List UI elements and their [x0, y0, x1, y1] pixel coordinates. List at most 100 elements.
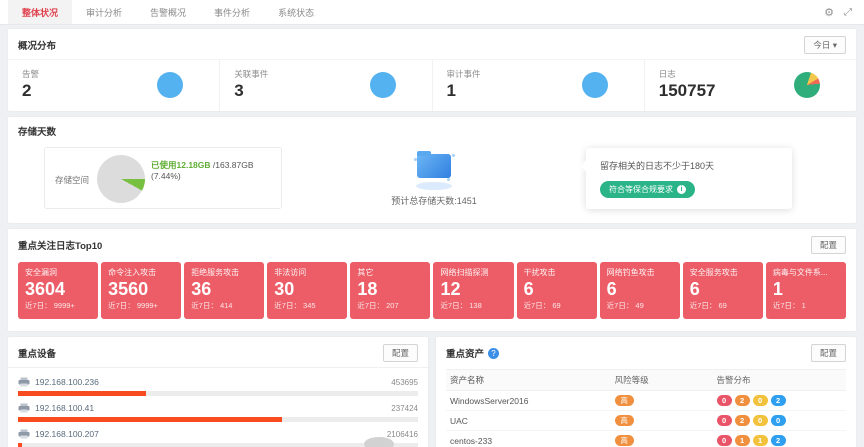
expand-icon[interactable]: ⤢ — [844, 7, 852, 18]
log-card-phishing[interactable]: 网络钓鱼攻击 6 近7日： 49 — [600, 262, 680, 319]
device-log-count: 237424 — [391, 404, 418, 413]
tab-overall-status[interactable]: 整体状况 — [8, 0, 72, 24]
folder-icon — [412, 150, 456, 190]
col-risk-level: 风险等级 — [615, 374, 717, 386]
stat-label: 告警 — [22, 68, 39, 80]
key-devices-card: 重点设备 配置 192.168.100.236 453695 192.168.1… — [8, 337, 428, 447]
stat-label: 审计事件 — [447, 68, 481, 80]
device-ip[interactable]: 192.168.100.41 — [35, 403, 94, 413]
compliance-note: 留存相关的日志不少于180天 — [600, 159, 778, 172]
gear-icon[interactable]: ⚙ — [824, 6, 834, 19]
log-card-illegal-access[interactable]: 非法访问 30 近7日： 345 — [267, 262, 347, 319]
overview-card: 概况分布 今日 ▾ 告警 2 关联事件 3 审计事件 1 日志 150757 — [8, 29, 856, 111]
assets-table-header: 资产名称 风险等级 告警分布 — [446, 369, 846, 391]
tab-event-analysis[interactable]: 事件分析 — [200, 0, 264, 24]
log-card-cmd-injection[interactable]: 命令注入攻击 3560 近7日： 9999+ — [101, 262, 181, 319]
scroll-indicator[interactable] — [364, 437, 394, 447]
log-card-interference[interactable]: 干扰攻击 6 近7日： 69 — [517, 262, 597, 319]
col-alarm-dist: 告警分布 — [717, 374, 842, 386]
storage-space-label: 存储空间 — [55, 174, 89, 186]
log-card-security-vuln[interactable]: 安全漏洞 3604 近7日： 9999+ — [18, 262, 98, 319]
devices-title: 重点设备 — [18, 346, 56, 360]
device-bar — [18, 443, 418, 447]
risk-badge: 高 — [615, 415, 634, 426]
stat-label: 日志 — [659, 68, 716, 80]
top-logs-config-button[interactable]: 配置 — [811, 236, 846, 254]
stat-audit-events[interactable]: 审计事件 1 — [432, 60, 644, 111]
asset-row[interactable]: centos-233 高 0 1 1 2 — [446, 431, 846, 447]
storage-title: 存储天数 — [18, 124, 56, 138]
alarm-badge-high: 2 — [735, 415, 750, 426]
device-icon — [18, 377, 30, 387]
info-icon: i — [677, 185, 686, 194]
asset-row[interactable]: UAC 高 0 2 0 0 — [446, 411, 846, 431]
alarm-badge-low: 2 — [771, 395, 786, 406]
alarm-badge-low: 0 — [771, 415, 786, 426]
stat-correlated-events[interactable]: 关联事件 3 — [219, 60, 431, 111]
compliance-badge-button[interactable]: 符合等保合规要求 i — [600, 181, 695, 198]
log-card-other[interactable]: 其它 18 近7日： 207 — [350, 262, 430, 319]
device-row: 192.168.100.207 2106416 — [18, 429, 418, 447]
device-icon — [18, 429, 30, 439]
device-row: 192.168.100.41 237424 — [18, 403, 418, 422]
storage-space-panel: 存储空间 已使用12.18GB /163.87GB (7.44%) — [44, 147, 282, 209]
date-range-dropdown[interactable]: 今日 ▾ — [804, 36, 846, 54]
top-logs-title: 重点关注日志Top10 — [18, 238, 102, 252]
event-pie-chart — [370, 72, 396, 98]
tab-alarm-overview[interactable]: 告警概况 — [136, 0, 200, 24]
alarm-badge-critical: 0 — [717, 415, 732, 426]
top-nav: 整体状况 审计分析 告警概况 事件分析 系统状态 ⚙ ⤢ — [0, 0, 864, 25]
device-icon — [18, 403, 30, 413]
log-card-scan-probe[interactable]: 网络扫描探测 12 近7日： 138 — [433, 262, 513, 319]
col-asset-name: 资产名称 — [450, 374, 615, 386]
compliance-bubble: 留存相关的日志不少于180天 符合等保合规要求 i — [586, 148, 792, 209]
alarm-badge-medium: 0 — [753, 395, 768, 406]
device-row: 192.168.100.236 453695 — [18, 377, 418, 396]
overview-title: 概况分布 — [18, 38, 56, 52]
device-ip[interactable]: 192.168.100.207 — [35, 429, 99, 439]
tab-system-status[interactable]: 系统状态 — [264, 0, 328, 24]
device-bar — [18, 391, 418, 396]
storage-used-text: 已使用12.18GB — [151, 160, 211, 170]
storage-card: 存储天数 存储空间 已使用12.18GB /163.87GB (7.44%) — [8, 117, 856, 223]
log-pie-chart — [794, 72, 820, 98]
asset-name: WindowsServer2016 — [450, 396, 615, 406]
audit-pie-chart — [582, 72, 608, 98]
alarm-badge-low: 2 — [771, 435, 786, 446]
asset-row[interactable]: WindowsServer2016 高 0 2 0 2 — [446, 391, 846, 411]
top-logs-card: 重点关注日志Top10 配置 安全漏洞 3604 近7日： 9999+ 命令注入… — [8, 229, 856, 331]
alarm-badge-high: 1 — [735, 435, 750, 446]
stat-alarms[interactable]: 告警 2 — [8, 60, 219, 111]
alarm-pie-chart — [157, 72, 183, 98]
asset-name: centos-233 — [450, 436, 615, 446]
stat-label: 关联事件 — [234, 68, 268, 80]
assets-title: 重点资产 — [446, 346, 484, 360]
tab-audit-analysis[interactable]: 审计分析 — [72, 0, 136, 24]
alarm-badge-critical: 0 — [717, 395, 732, 406]
alarm-badge-medium: 1 — [753, 435, 768, 446]
stat-value: 2 — [22, 81, 39, 101]
devices-config-button[interactable]: 配置 — [383, 344, 418, 362]
device-log-count: 453695 — [391, 378, 418, 387]
estimated-storage-days: 预计总存储天数:1451 — [282, 194, 586, 207]
storage-pie-chart — [97, 155, 145, 203]
risk-badge: 高 — [615, 395, 634, 406]
stat-logs[interactable]: 日志 150757 — [644, 60, 856, 111]
stat-value: 150757 — [659, 81, 716, 101]
asset-name: UAC — [450, 416, 615, 426]
alarm-badge-medium: 0 — [753, 415, 768, 426]
device-bar — [18, 417, 418, 422]
help-icon[interactable]: ? — [488, 348, 499, 359]
alarm-badge-critical: 0 — [717, 435, 732, 446]
log-card-service-attack[interactable]: 安全服务攻击 6 近7日： 69 — [683, 262, 763, 319]
device-log-count: 2106416 — [387, 430, 418, 439]
assets-config-button[interactable]: 配置 — [811, 344, 846, 362]
risk-badge: 高 — [615, 435, 634, 446]
stat-value: 3 — [234, 81, 268, 101]
log-card-dos[interactable]: 拒绝服务攻击 36 近7日： 414 — [184, 262, 264, 319]
alarm-badge-high: 2 — [735, 395, 750, 406]
log-card-virus-file[interactable]: 病毒与文件系... 1 近7日： 1 — [766, 262, 846, 319]
device-ip[interactable]: 192.168.100.236 — [35, 377, 99, 387]
key-assets-card: 重点资产 ? 配置 资产名称 风险等级 告警分布 WindowsServer20… — [436, 337, 856, 447]
stat-value: 1 — [447, 81, 481, 101]
